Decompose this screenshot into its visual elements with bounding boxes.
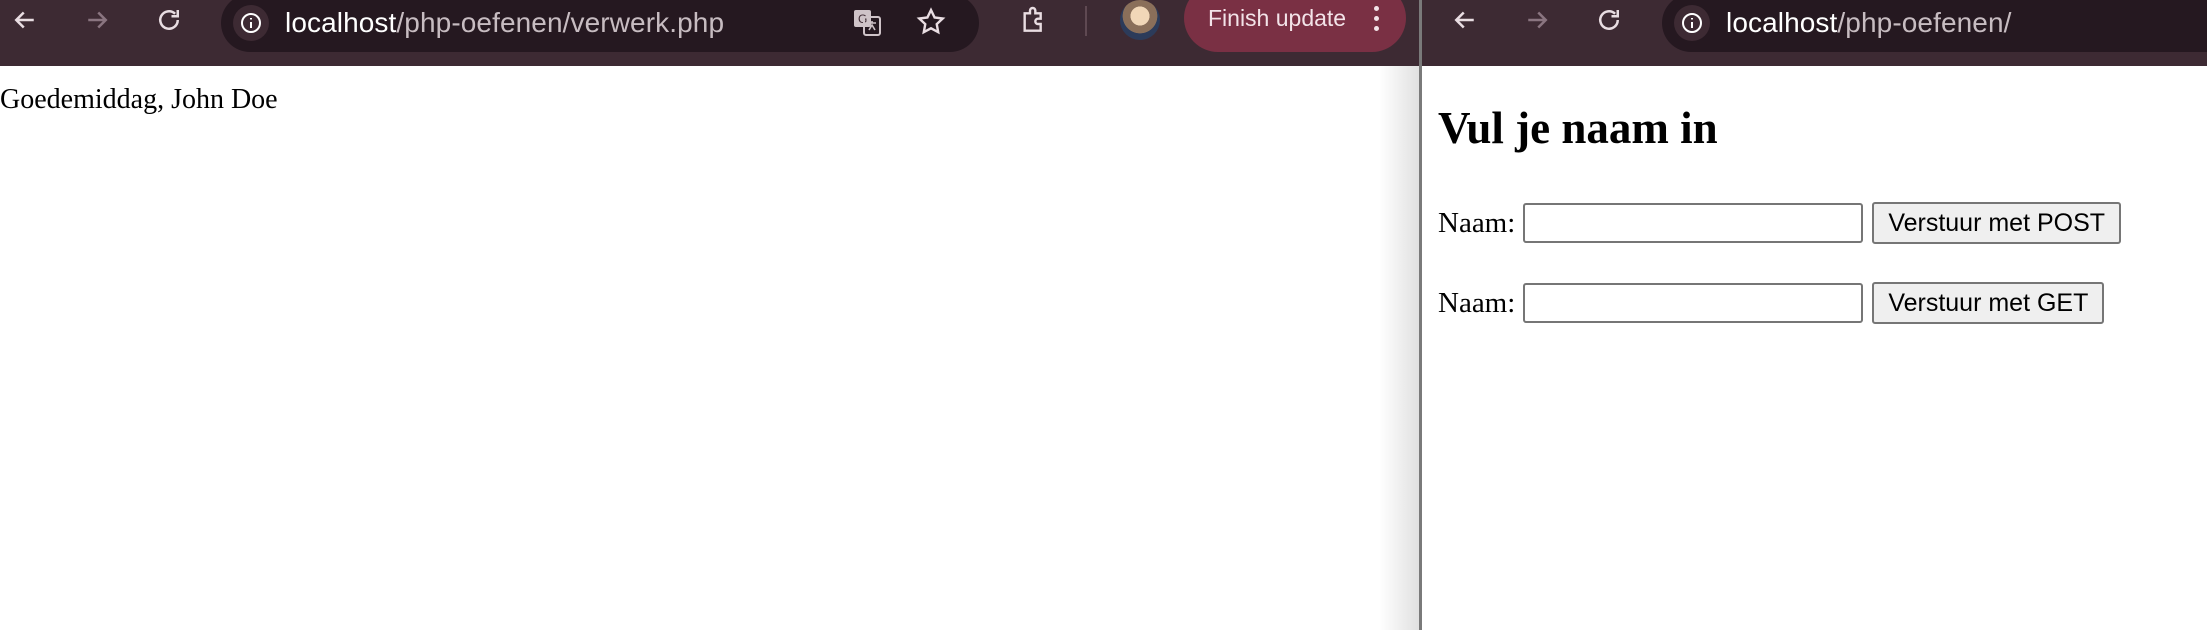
forward-icon bbox=[1528, 11, 1548, 29]
star-icon bbox=[916, 7, 946, 35]
translate-icon: G bbox=[854, 10, 881, 36]
finish-update-label: Finish update bbox=[1208, 4, 1347, 31]
info-icon bbox=[241, 13, 261, 33]
more-vert-icon bbox=[1374, 6, 1380, 36]
back-button[interactable] bbox=[1445, 0, 1485, 40]
page-heading: Vul je naam in bbox=[1438, 103, 1718, 153]
submit-post-button[interactable]: Verstuur met POST bbox=[1872, 202, 2122, 244]
finish-update-button[interactable]: Finish update bbox=[1184, 0, 1406, 52]
site-info-button[interactable] bbox=[1674, 5, 1710, 41]
svg-text:G: G bbox=[858, 12, 867, 26]
browser-window-right: localhost/php-oefenen/ Vul je naam in Na… bbox=[1422, 0, 2207, 630]
url-text: localhost/php-oefenen/verwerk.php bbox=[285, 7, 725, 38]
reload-button[interactable] bbox=[149, 0, 189, 40]
page-content: Vul je naam in Naam: Verstuur met POST N… bbox=[1422, 66, 2207, 630]
site-info-button[interactable] bbox=[233, 5, 269, 41]
forward-button[interactable] bbox=[77, 0, 117, 40]
reload-icon bbox=[159, 10, 179, 30]
forward-icon bbox=[88, 11, 108, 29]
reload-icon bbox=[1599, 10, 1619, 30]
name-label: Naam: bbox=[1438, 206, 1516, 239]
browser-toolbar: localhost/php-oefenen/ bbox=[1422, 0, 2207, 66]
back-icon bbox=[14, 11, 34, 29]
bookmark-star-button[interactable] bbox=[911, 2, 951, 42]
browser-toolbar: localhost/php-oefenen/verwerk.php G Fini… bbox=[0, 0, 1419, 66]
browser-window-left: localhost/php-oefenen/verwerk.php G Fini… bbox=[0, 0, 1419, 630]
extensions-icon bbox=[1023, 6, 1042, 32]
forward-button[interactable] bbox=[1517, 0, 1557, 40]
window-divider[interactable] bbox=[1419, 0, 1422, 630]
name-input-post[interactable] bbox=[1523, 203, 1864, 243]
name-label: Naam: bbox=[1438, 286, 1516, 319]
address-bar[interactable]: localhost/php-oefenen/ bbox=[1662, 0, 2207, 52]
submit-get-button[interactable]: Verstuur met GET bbox=[1872, 282, 2105, 324]
get-form: Naam: Verstuur met GET bbox=[1438, 281, 2105, 325]
url-text: localhost/php-oefenen/ bbox=[1726, 7, 2012, 38]
extensions-button[interactable] bbox=[1014, 0, 1054, 40]
reload-button[interactable] bbox=[1589, 0, 1629, 40]
toolbar-separator bbox=[1085, 6, 1087, 36]
address-bar[interactable]: localhost/php-oefenen/verwerk.php G bbox=[221, 0, 979, 52]
back-button[interactable] bbox=[5, 0, 45, 40]
translate-button[interactable]: G bbox=[847, 2, 887, 42]
greeting-text: Goedemiddag, John Doe bbox=[0, 84, 278, 115]
profile-avatar[interactable] bbox=[1120, 0, 1160, 40]
name-input-get[interactable] bbox=[1523, 283, 1864, 323]
info-icon bbox=[1682, 13, 1702, 33]
post-form: Naam: Verstuur met POST bbox=[1438, 201, 2122, 245]
page-content: Goedemiddag, John Doe bbox=[0, 66, 1419, 630]
back-icon bbox=[1454, 11, 1474, 29]
